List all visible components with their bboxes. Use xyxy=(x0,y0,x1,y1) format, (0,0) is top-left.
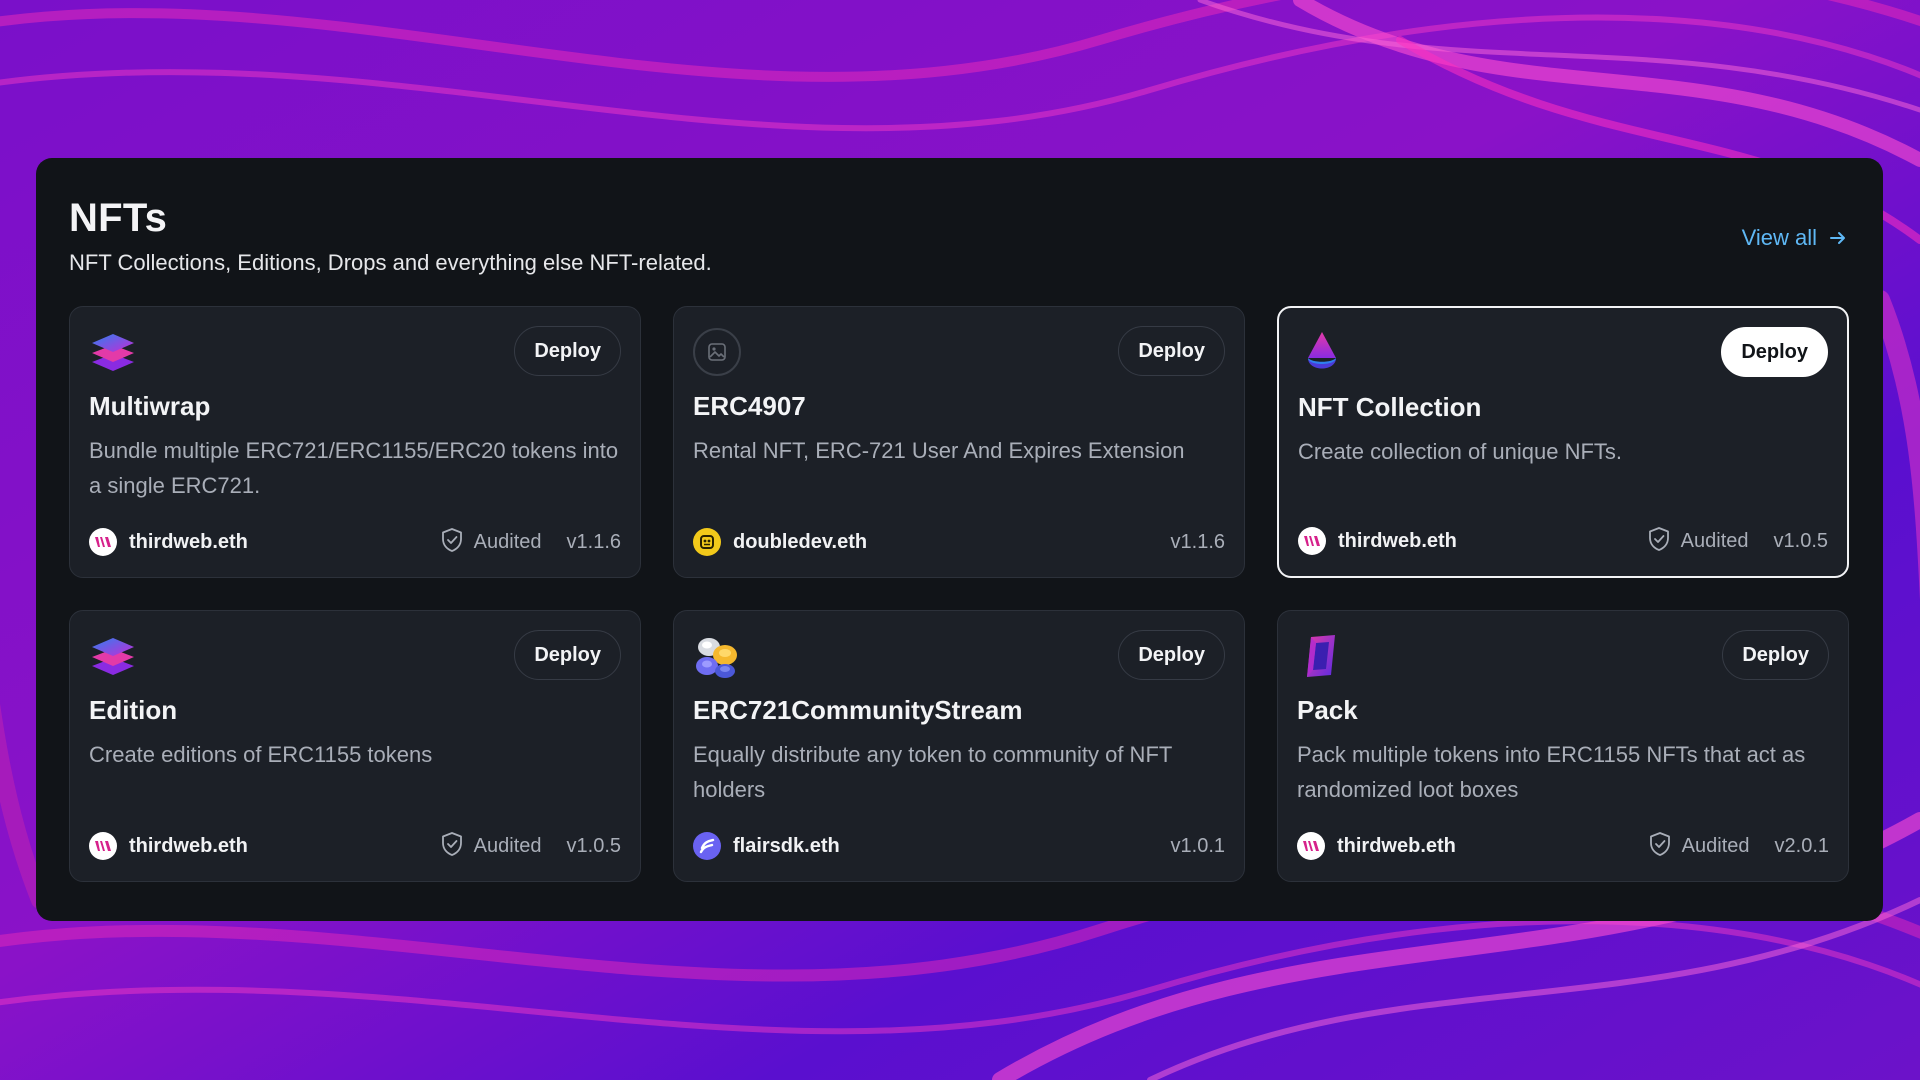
droplet-cone-icon xyxy=(1298,329,1346,377)
shield-check-icon xyxy=(440,527,464,558)
contract-card-pack[interactable]: Deploy Pack Pack multiple tokens into ER… xyxy=(1277,610,1849,882)
contracts-grid: Deploy Multiwrap Bundle multiple ERC721/… xyxy=(69,306,1849,882)
audited-badge: Audited xyxy=(1647,526,1749,557)
author-link[interactable]: thirdweb.eth xyxy=(1297,832,1456,860)
version-label: v1.0.5 xyxy=(566,834,621,857)
contract-description: Create collection of unique NFTs. xyxy=(1298,439,1623,464)
arrow-right-icon xyxy=(1829,229,1847,247)
contract-card-multiwrap[interactable]: Deploy Multiwrap Bundle multiple ERC721/… xyxy=(69,306,641,578)
contract-card-edition[interactable]: Deploy Edition Create editions of ERC115… xyxy=(69,610,641,882)
card-footer: thirdweb.eth Audited v1.1.6 xyxy=(89,527,621,557)
card-footer: doubledev.eth v1.1.6 xyxy=(693,527,1225,557)
contract-card-erc4907[interactable]: Deploy ERC4907 Rental NFT, ERC-721 User … xyxy=(673,306,1245,578)
thirdweb-logo-icon xyxy=(1298,527,1326,555)
version-label: v1.1.6 xyxy=(1170,530,1225,553)
shield-check-icon xyxy=(1648,831,1672,862)
doubledev-avatar-icon xyxy=(693,528,721,556)
card-footer: thirdweb.eth Audited v1.0.5 xyxy=(1298,526,1828,556)
version-label: v2.0.1 xyxy=(1774,834,1829,857)
author-link[interactable]: thirdweb.eth xyxy=(89,528,248,556)
flair-logo-icon xyxy=(693,832,721,860)
audited-label: Audited xyxy=(473,834,542,857)
audited-badge: Audited xyxy=(1648,831,1750,862)
card-footer: thirdweb.eth Audited v1.0.5 xyxy=(89,831,621,861)
deploy-button[interactable]: Deploy xyxy=(514,630,621,680)
version-label: v1.0.1 xyxy=(1170,834,1225,857)
card-footer: thirdweb.eth Audited v2.0.1 xyxy=(1297,831,1829,861)
deploy-button[interactable]: Deploy xyxy=(1721,327,1828,377)
author-link[interactable]: flairsdk.eth xyxy=(693,832,840,860)
deploy-button[interactable]: Deploy xyxy=(1118,630,1225,680)
author-link[interactable]: doubledev.eth xyxy=(693,528,867,556)
coins-cluster-icon xyxy=(693,632,741,680)
audited-label: Audited xyxy=(1680,529,1749,552)
audited-badge: Audited xyxy=(440,831,542,862)
view-all-link[interactable]: View all xyxy=(1742,225,1847,251)
card-footer: flairsdk.eth v1.0.1 xyxy=(693,831,1225,861)
author-link[interactable]: thirdweb.eth xyxy=(1298,527,1457,555)
contract-description: Rental NFT, ERC-721 User And Expires Ext… xyxy=(693,438,1185,463)
view-all-label: View all xyxy=(1741,225,1817,250)
nfts-section-panel: NFTs NFT Collections, Editions, Drops an… xyxy=(36,158,1883,921)
audited-badge: Audited xyxy=(440,527,542,558)
pack-box-icon xyxy=(1297,632,1345,680)
shield-check-icon xyxy=(1647,526,1671,557)
thirdweb-logo-icon xyxy=(1297,832,1325,860)
audited-label: Audited xyxy=(1681,834,1750,857)
contract-card-nft-collection[interactable]: Deploy NFT Collection Create collection … xyxy=(1277,306,1849,578)
contract-description: Equally distribute any token to communit… xyxy=(693,742,1172,802)
contract-description: Pack multiple tokens into ERC1155 NFTs t… xyxy=(1297,742,1806,802)
contract-name: Edition xyxy=(89,695,178,725)
contract-card-erc721communitystream[interactable]: Deploy ERC721CommunityStream Equally dis… xyxy=(673,610,1245,882)
deploy-button[interactable]: Deploy xyxy=(1722,630,1829,680)
author-name: thirdweb.eth xyxy=(129,530,248,553)
deploy-button[interactable]: Deploy xyxy=(514,326,621,376)
stacked-layers-icon xyxy=(89,632,137,680)
author-link[interactable]: thirdweb.eth xyxy=(89,832,248,860)
author-name: doubledev.eth xyxy=(733,530,868,553)
version-label: v1.0.5 xyxy=(1773,529,1828,552)
section-title: NFTs xyxy=(69,196,168,240)
thirdweb-logo-icon xyxy=(89,528,117,556)
deploy-button[interactable]: Deploy xyxy=(1118,326,1225,376)
shield-check-icon xyxy=(440,831,464,862)
audited-label: Audited xyxy=(473,530,542,553)
contract-name: ERC4907 xyxy=(693,391,806,421)
author-name: flairsdk.eth xyxy=(733,834,840,857)
contract-name: Multiwrap xyxy=(89,391,211,421)
section-subtitle: NFT Collections, Editions, Drops and eve… xyxy=(69,250,712,275)
contract-name: ERC721CommunityStream xyxy=(693,695,1023,725)
image-placeholder-icon xyxy=(693,328,741,376)
version-label: v1.1.6 xyxy=(566,530,621,553)
author-name: thirdweb.eth xyxy=(129,834,248,857)
contract-name: Pack xyxy=(1297,695,1358,725)
contract-description: Create editions of ERC1155 tokens xyxy=(89,742,433,767)
thirdweb-logo-icon xyxy=(89,832,117,860)
contract-description: Bundle multiple ERC721/ERC1155/ERC20 tok… xyxy=(89,438,619,498)
contract-name: NFT Collection xyxy=(1298,392,1482,422)
author-name: thirdweb.eth xyxy=(1338,529,1457,552)
stacked-layers-icon xyxy=(89,328,137,376)
author-name: thirdweb.eth xyxy=(1337,834,1456,857)
